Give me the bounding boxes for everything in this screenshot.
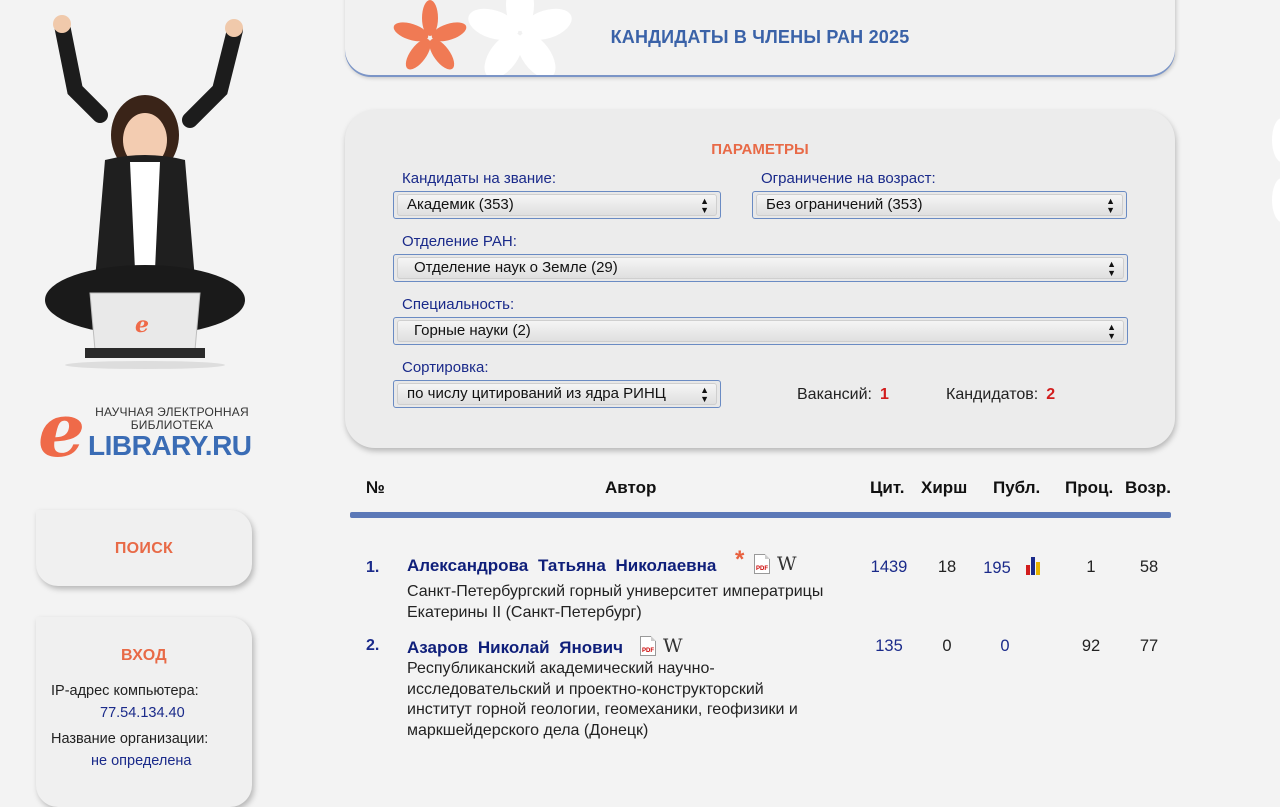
publications-value[interactable]: 0	[980, 637, 1030, 656]
ip-value: 77.54.134.40	[100, 705, 185, 721]
page-banner: КАНДИДАТЫ В ЧЛЕНЫ РАН 2025	[345, 0, 1175, 75]
login-title[interactable]: ВХОД	[36, 617, 252, 665]
rank-select-value: Академик (353)	[407, 196, 514, 213]
params-title: ПАРАМЕТРЫ	[711, 141, 809, 158]
author-link[interactable]: Азаров Николай Янович	[407, 638, 623, 658]
select-arrows-icon: ▲ ▼	[700, 385, 709, 404]
candidates-label: Кандидатов:	[946, 386, 1039, 403]
bar-chart-icon[interactable]	[1026, 557, 1044, 575]
hirsch-value: 0	[942, 637, 952, 655]
vacancies-value: 1	[879, 386, 889, 403]
rank-label: Кандидаты на звание:	[402, 170, 557, 187]
age-label: Ограничение на возраст:	[761, 170, 936, 187]
search-link[interactable]: ПОИСК	[36, 510, 252, 558]
vacancies-label: Вакансий:	[797, 386, 872, 403]
header-age[interactable]: Возр.	[1125, 478, 1171, 498]
row-number: 2.	[366, 637, 380, 654]
search-card[interactable]: ПОИСК	[36, 510, 252, 586]
dept-select-value: Отделение наук о Земле (29)	[414, 259, 618, 276]
org-value: не определена	[91, 753, 192, 769]
citations-value[interactable]: 135	[864, 637, 914, 656]
sort-label: Сортировка:	[402, 359, 489, 376]
age-select[interactable]: Без ограничений (353) ▲ ▼	[752, 191, 1127, 219]
sort-select-value: по числу цитирований из ядра РИНЦ	[407, 385, 666, 402]
svg-text:e: e	[135, 312, 149, 338]
pdf-icon[interactable]: PDF	[754, 554, 770, 574]
header-author[interactable]: Автор	[605, 478, 656, 498]
spec-select-value: Горные науки (2)	[414, 322, 531, 339]
sort-select[interactable]: по числу цитирований из ядра РИНЦ ▲ ▼	[393, 380, 721, 408]
author-affiliation: Республиканский академический научно- ис…	[407, 659, 867, 741]
dept-select[interactable]: Отделение наук о Земле (29) ▲ ▼	[393, 254, 1128, 282]
select-arrows-icon: ▲ ▼	[700, 196, 709, 215]
elibrary-logo[interactable]: e НАУЧНАЯ ЭЛЕКТРОННАЯ БИБЛИОТЕКА LIBRARY…	[38, 394, 253, 470]
login-card: ВХОД IP-адрес компьютера: 77.54.134.40 Н…	[36, 617, 252, 807]
asterisk-icon: *	[735, 546, 745, 573]
logo-tagline: НАУЧНАЯ ЭЛЕКТРОННАЯ БИБЛИОТЕКА	[95, 405, 249, 432]
row-number: 1.	[366, 559, 380, 576]
candidates-value: 2	[1046, 386, 1056, 403]
select-arrows-icon: ▲ ▼	[1107, 322, 1116, 341]
ip-label: IP-адрес компьютера:	[51, 683, 199, 699]
page-title: КАНДИДАТЫ В ЧЛЕНЫ РАН 2025	[610, 27, 910, 47]
hero-illustration: e	[45, 15, 245, 369]
candidates-count: Кандидатов: 2	[946, 386, 1055, 404]
header-divider	[350, 512, 1171, 518]
header-cit[interactable]: Цит.	[870, 478, 904, 498]
age-value: 77	[1139, 637, 1159, 655]
age-value: 58	[1139, 558, 1159, 576]
affiliation-line: Республиканский академический научно-	[407, 660, 715, 677]
affiliation-line: маркшейдерского дела (Донецк)	[407, 721, 649, 739]
author-affiliation: Санкт-Петербургский горный университет и…	[407, 582, 867, 623]
pdf-icon[interactable]: PDF	[640, 636, 656, 656]
header-publ[interactable]: Публ.	[993, 478, 1040, 498]
affiliation-line: институт горной геологии, геомеханики, г…	[407, 701, 798, 718]
select-arrows-icon: ▲ ▼	[1107, 259, 1116, 278]
age-select-value: Без ограничений (353)	[766, 196, 923, 213]
affiliation-line: исследовательский и проектно-конструктор…	[407, 680, 764, 698]
author-link[interactable]: Александрова Татьяна Николаевна	[407, 556, 716, 576]
dept-label: Отделение РАН:	[402, 233, 517, 250]
affiliation-line: Екатерины II (Санкт-Петербург)	[407, 603, 642, 621]
spec-select[interactable]: Горные науки (2) ▲ ▼	[393, 317, 1128, 345]
publications-value[interactable]: 195	[972, 559, 1022, 578]
hirsch-value: 18	[937, 558, 957, 576]
org-label: Название организации:	[51, 731, 209, 747]
affiliation-line: Санкт-Петербургский горный университет и…	[407, 583, 824, 600]
percent-value: 92	[1081, 637, 1101, 655]
params-panel: ПАРАМЕТРЫ Кандидаты на звание: Академик …	[345, 110, 1175, 448]
logo-brand: LIBRARY.RU	[88, 430, 252, 461]
header-hirsch[interactable]: Хирш	[921, 478, 967, 498]
vacancies-count: Вакансий: 1	[797, 386, 889, 404]
edge-flower-decoration-icon	[1272, 118, 1280, 222]
select-arrows-icon: ▲ ▼	[1106, 196, 1115, 215]
header-proc[interactable]: Проц.	[1065, 478, 1113, 498]
spec-label: Специальность:	[402, 296, 515, 313]
header-num: №	[366, 478, 385, 497]
rank-select[interactable]: Академик (353) ▲ ▼	[393, 191, 721, 219]
wikipedia-icon[interactable]: W	[663, 635, 683, 657]
citations-value[interactable]: 1439	[864, 558, 914, 577]
percent-value: 1	[1086, 558, 1096, 576]
wikipedia-icon[interactable]: W	[777, 553, 797, 575]
